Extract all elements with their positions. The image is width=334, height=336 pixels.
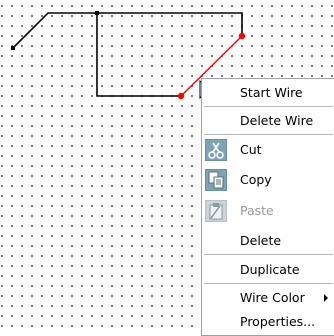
menu-item-label: Duplicate <box>240 262 300 277</box>
menu-item-label: Delete Wire <box>240 113 314 128</box>
wire-top-right[interactable] <box>97 12 243 36</box>
selected-wire-endpoint[interactable] <box>238 32 246 40</box>
menu-item-properties[interactable]: Properties... <box>202 308 334 336</box>
submenu-arrow-icon <box>324 294 328 302</box>
menu-item-label: Paste <box>240 203 274 218</box>
menu-separator <box>204 134 333 135</box>
wire-endpoint[interactable] <box>11 46 15 50</box>
scissors-icon <box>205 139 227 161</box>
menu-item-label: Copy <box>240 172 272 187</box>
context-menu: Start Wire Delete Wire Cut Copy Paste De… <box>201 78 334 336</box>
menu-separator <box>204 254 333 255</box>
menu-item-start-wire[interactable]: Start Wire <box>202 79 334 107</box>
menu-item-delete[interactable]: Delete <box>202 227 334 255</box>
menu-item-cut[interactable]: Cut <box>202 136 334 164</box>
menu-item-paste[interactable]: Paste <box>202 197 334 225</box>
menu-item-label: Start Wire <box>240 85 303 100</box>
menu-item-label: Delete <box>240 233 282 248</box>
menu-item-label: Cut <box>240 142 262 157</box>
menu-item-label: Wire Color <box>240 290 305 305</box>
paste-icon <box>205 200 227 222</box>
wire-junction[interactable] <box>95 11 99 15</box>
copy-icon <box>205 169 227 191</box>
wire-left[interactable] <box>12 12 97 49</box>
menu-item-label: Properties... <box>240 314 316 329</box>
wire-main[interactable] <box>96 13 181 97</box>
selected-wire-endpoint[interactable] <box>177 92 185 100</box>
menu-item-delete-wire[interactable]: Delete Wire <box>202 107 334 135</box>
menu-item-copy[interactable]: Copy <box>202 166 334 194</box>
menu-item-duplicate[interactable]: Duplicate <box>202 256 334 284</box>
